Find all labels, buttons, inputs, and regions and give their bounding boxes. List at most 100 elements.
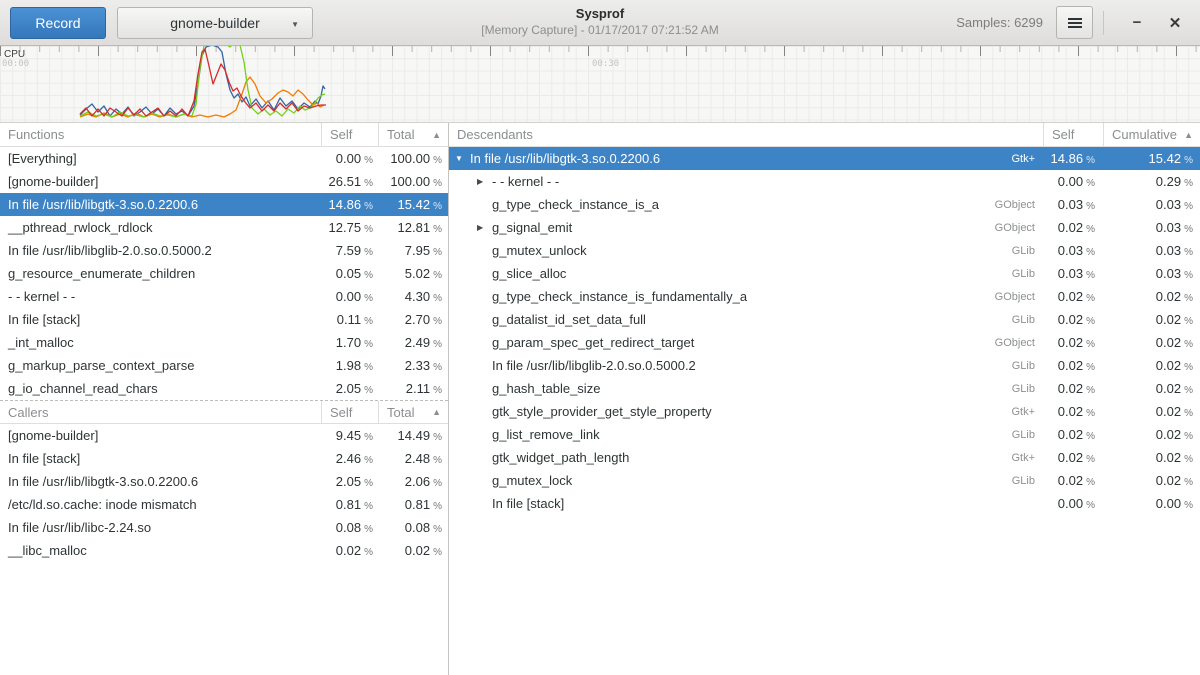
percent-value: 0.08: [336, 520, 361, 535]
close-button[interactable]: ✕: [1160, 9, 1190, 37]
percent-value: 0.03: [1058, 197, 1083, 212]
functions-total-label: Total: [387, 127, 414, 142]
function-name: _int_malloc: [0, 335, 321, 350]
percent-value: 0.00: [1058, 496, 1083, 511]
percent-sign: %: [1184, 247, 1193, 258]
percent-value: 2.48: [405, 451, 430, 466]
table-row[interactable]: g_markup_parse_context_parse1.98%2.33%: [0, 354, 448, 377]
percent-sign: %: [433, 293, 442, 304]
process-selector-dropdown[interactable]: gnome-builder ▼: [117, 7, 313, 39]
percent-sign: %: [1086, 155, 1095, 166]
cumulative-percent: 0.02%: [1103, 289, 1200, 304]
percent-sign: %: [433, 501, 442, 512]
tree-row[interactable]: ▶g_signal_emitGObject0.02%0.03%: [449, 216, 1200, 239]
tree-row[interactable]: ▼In file /usr/lib/libgtk-3.so.0.2200.6Gt…: [449, 147, 1200, 170]
function-name: In file [stack]: [0, 312, 321, 327]
minimize-button[interactable]: −: [1122, 9, 1152, 37]
descendant-label: g_type_check_instance_is_fundamentally_a: [492, 289, 747, 304]
tree-row[interactable]: g_hash_table_sizeGLib0.02%0.02%: [449, 377, 1200, 400]
percent-sign: %: [1086, 201, 1095, 212]
percent-sign: %: [364, 524, 373, 535]
descendant-label: In file /usr/lib/libglib-2.0.so.0.5000.2: [492, 358, 696, 373]
tree-row[interactable]: In file [stack]0.00%0.00%: [449, 492, 1200, 515]
percent-sign: %: [1086, 477, 1095, 488]
expander-closed-icon[interactable]: ▶: [477, 177, 492, 186]
descendants-cumulative-column-header[interactable]: Cumulative ▲: [1103, 123, 1200, 146]
function-name: In file /usr/lib/libglib-2.0.so.0.5000.2: [0, 243, 321, 258]
percent-sign: %: [433, 178, 442, 189]
self-percent: 0.11%: [321, 312, 378, 327]
descendants-column-header[interactable]: Descendants: [449, 123, 1043, 146]
tree-row[interactable]: g_list_remove_linkGLib0.02%0.02%: [449, 423, 1200, 446]
descendant-name: ▶- - kernel - -: [449, 174, 979, 189]
table-row[interactable]: __pthread_rwlock_rdlock12.75%12.81%: [0, 216, 448, 239]
table-row[interactable]: [Everything]0.00%100.00%: [0, 147, 448, 170]
table-row[interactable]: In file /usr/lib/libc-2.24.so0.08%0.08%: [0, 516, 448, 539]
table-row[interactable]: _int_malloc1.70%2.49%: [0, 331, 448, 354]
library-badge: Gtk+: [979, 153, 1043, 165]
table-row[interactable]: In file /usr/lib/libglib-2.0.so.0.5000.2…: [0, 239, 448, 262]
tree-row[interactable]: g_datalist_id_set_data_fullGLib0.02%0.02…: [449, 308, 1200, 331]
expander-closed-icon[interactable]: ▶: [477, 223, 492, 232]
library-badge: GLib: [979, 268, 1043, 280]
functions-total-column-header[interactable]: Total ▲: [378, 123, 448, 146]
time-label-mid: 00:30: [592, 59, 619, 69]
percent-sign: %: [1086, 454, 1095, 465]
menu-button[interactable]: [1056, 6, 1093, 39]
table-row[interactable]: g_io_channel_read_chars2.05%2.11%: [0, 377, 448, 400]
percent-sign: %: [1184, 293, 1193, 304]
tree-row[interactable]: gtk_style_provider_get_style_propertyGtk…: [449, 400, 1200, 423]
total-percent: 2.33%: [378, 358, 448, 373]
table-row[interactable]: In file [stack]2.46%2.48%: [0, 447, 448, 470]
table-row[interactable]: [gnome-builder]9.45%14.49%: [0, 424, 448, 447]
function-name: In file [stack]: [0, 451, 321, 466]
percent-value: 7.95: [405, 243, 430, 258]
table-row[interactable]: __libc_malloc0.02%0.02%: [0, 539, 448, 562]
table-row[interactable]: /etc/ld.so.cache: inode mismatch0.81%0.8…: [0, 493, 448, 516]
descendant-label: g_signal_emit: [492, 220, 572, 235]
record-button[interactable]: Record: [10, 7, 106, 39]
cumulative-percent: 0.03%: [1103, 197, 1200, 212]
functions-column-header[interactable]: Functions: [0, 123, 321, 146]
self-percent: 1.70%: [321, 335, 378, 350]
callers-total-column-header[interactable]: Total ▲: [378, 401, 448, 423]
tree-row[interactable]: g_mutex_unlockGLib0.03%0.03%: [449, 239, 1200, 262]
tree-row[interactable]: g_type_check_instance_is_fundamentally_a…: [449, 285, 1200, 308]
percent-value: 0.02: [1156, 427, 1181, 442]
cpu-chart[interactable]: CPU 00:00 00:30: [0, 46, 1200, 123]
expander-open-icon[interactable]: ▼: [455, 154, 470, 163]
tree-row[interactable]: gtk_widget_path_lengthGtk+0.02%0.02%: [449, 446, 1200, 469]
percent-value: 0.02: [1156, 358, 1181, 373]
headerbar-separator: [1103, 11, 1104, 35]
functions-self-column-header[interactable]: Self: [321, 123, 378, 146]
tree-row[interactable]: In file /usr/lib/libglib-2.0.so.0.5000.2…: [449, 354, 1200, 377]
sort-ascending-icon: ▲: [432, 407, 441, 417]
percent-value: 0.02: [1058, 473, 1083, 488]
tree-row[interactable]: ▶- - kernel - -0.00%0.29%: [449, 170, 1200, 193]
percent-sign: %: [364, 270, 373, 281]
self-percent: 1.98%: [321, 358, 378, 373]
tree-row[interactable]: g_mutex_lockGLib0.02%0.02%: [449, 469, 1200, 492]
percent-sign: %: [1086, 270, 1095, 281]
percent-value: 0.11: [337, 312, 361, 327]
library-badge: GLib: [979, 245, 1043, 257]
table-row[interactable]: - - kernel - -0.00%4.30%: [0, 285, 448, 308]
table-row[interactable]: In file /usr/lib/libgtk-3.so.0.2200.62.0…: [0, 470, 448, 493]
total-percent: 0.81%: [378, 497, 448, 512]
percent-value: 0.00: [1156, 496, 1181, 511]
tree-row[interactable]: g_param_spec_get_redirect_targetGObject0…: [449, 331, 1200, 354]
table-row[interactable]: In file [stack]0.11%2.70%: [0, 308, 448, 331]
table-row[interactable]: In file /usr/lib/libgtk-3.so.0.2200.614.…: [0, 193, 448, 216]
descendant-name: g_type_check_instance_is_fundamentally_a: [449, 289, 979, 304]
table-row[interactable]: [gnome-builder]26.51%100.00%: [0, 170, 448, 193]
callers-self-column-header[interactable]: Self: [321, 401, 378, 423]
tree-row[interactable]: g_type_check_instance_is_aGObject0.03%0.…: [449, 193, 1200, 216]
percent-sign: %: [433, 224, 442, 235]
table-row[interactable]: g_resource_enumerate_children0.05%5.02%: [0, 262, 448, 285]
percent-value: 12.81: [398, 220, 431, 235]
tree-row[interactable]: g_slice_allocGLib0.03%0.03%: [449, 262, 1200, 285]
self-percent: 0.05%: [321, 266, 378, 281]
callers-column-header[interactable]: Callers: [0, 401, 321, 423]
descendants-self-column-header[interactable]: Self: [1043, 123, 1103, 146]
percent-value: 14.86: [329, 197, 362, 212]
